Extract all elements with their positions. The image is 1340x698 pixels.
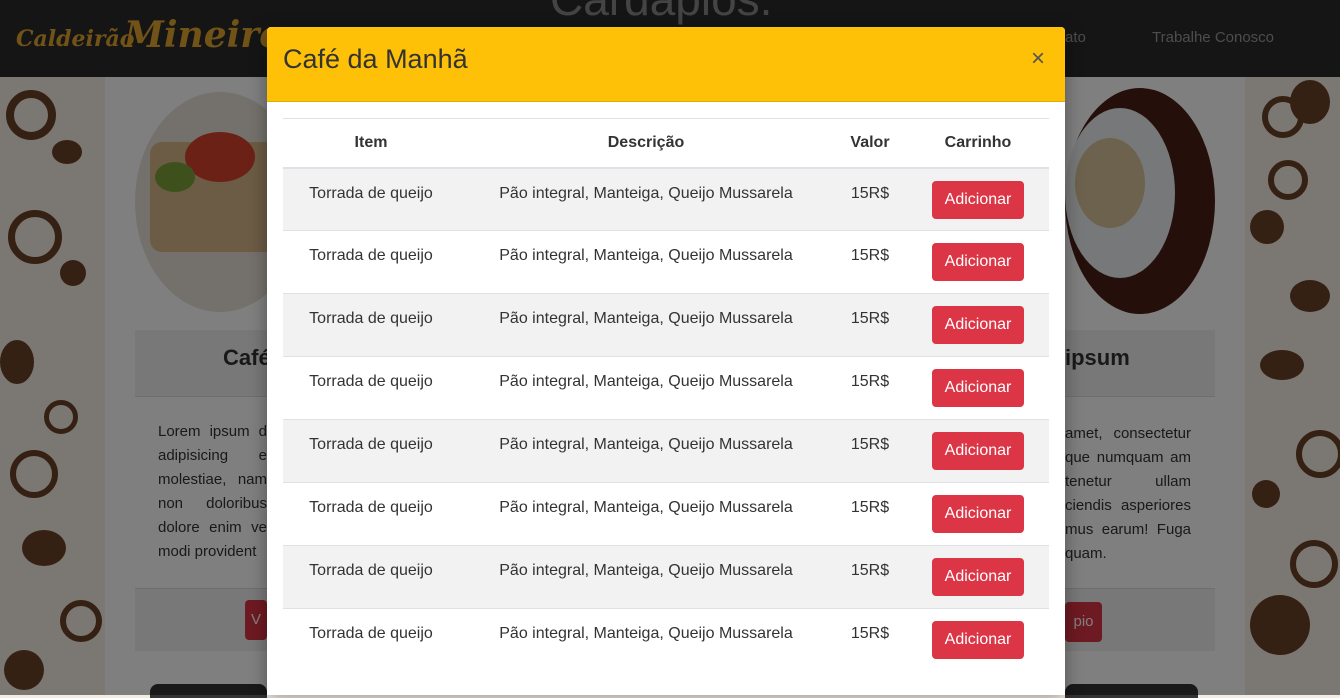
menu-table: Item Descrição Valor Carrinho Torrada de…: [283, 118, 1049, 672]
item-price: 15R$: [850, 499, 890, 516]
item-price: 15R$: [850, 247, 890, 264]
item-description: Pão integral, Manteiga, Queijo Mussarela: [499, 499, 793, 516]
column-header-price: Valor: [833, 118, 907, 169]
add-to-cart-button[interactable]: Adicionar: [931, 432, 1025, 470]
item-name: Torrada de queijo: [309, 499, 433, 516]
item-name: Torrada de queijo: [309, 184, 433, 202]
item-price: 15R$: [850, 310, 890, 327]
item-description: Pão integral, Manteiga, Queijo Mussarela: [499, 247, 793, 264]
table-row: Torrada de queijo Pão integral, Manteiga…: [283, 482, 1049, 546]
item-description: Pão integral, Manteiga, Queijo Mussarela: [499, 184, 793, 202]
item-name: Torrada de queijo: [309, 625, 433, 642]
item-description: Pão integral, Manteiga, Queijo Mussarela: [499, 310, 793, 327]
menu-table-wrapper: Item Descrição Valor Carrinho Torrada de…: [283, 118, 1049, 672]
item-name: Torrada de queijo: [309, 562, 433, 579]
add-to-cart-button[interactable]: Adicionar: [931, 558, 1025, 596]
column-header-description: Descrição: [459, 118, 833, 169]
table-row: Torrada de queijo Pão integral, Manteiga…: [283, 419, 1049, 483]
item-price: 15R$: [850, 625, 890, 642]
add-to-cart-button[interactable]: Adicionar: [931, 621, 1025, 659]
menu-modal: Café da Manhã × Item Descrição Valor Car…: [267, 27, 1065, 695]
add-to-cart-button[interactable]: Adicionar: [931, 369, 1025, 407]
add-to-cart-button[interactable]: Adicionar: [931, 306, 1025, 344]
table-row: Torrada de queijo Pão integral, Manteiga…: [283, 167, 1049, 231]
item-price: 15R$: [850, 562, 890, 579]
close-icon[interactable]: ×: [1028, 46, 1048, 72]
modal-title: Café da Manhã: [283, 44, 468, 74]
item-price: 15R$: [850, 436, 890, 453]
item-name: Torrada de queijo: [309, 247, 433, 264]
item-price: 15R$: [850, 373, 890, 390]
column-header-cart: Carrinho: [907, 118, 1049, 169]
add-to-cart-button[interactable]: Adicionar: [931, 180, 1025, 219]
table-row: Torrada de queijo Pão integral, Manteiga…: [283, 293, 1049, 357]
column-header-item: Item: [283, 118, 459, 169]
add-to-cart-button[interactable]: Adicionar: [931, 495, 1025, 533]
item-description: Pão integral, Manteiga, Queijo Mussarela: [499, 436, 793, 453]
item-description: Pão integral, Manteiga, Queijo Mussarela: [499, 625, 793, 642]
table-header-row: Item Descrição Valor Carrinho: [283, 118, 1049, 169]
item-name: Torrada de queijo: [309, 373, 433, 390]
modal-header: Café da Manhã ×: [267, 27, 1065, 102]
item-name: Torrada de queijo: [309, 310, 433, 327]
table-row: Torrada de queijo Pão integral, Manteiga…: [283, 608, 1049, 672]
item-description: Pão integral, Manteiga, Queijo Mussarela: [499, 373, 793, 390]
item-price: 15R$: [850, 184, 890, 202]
item-description: Pão integral, Manteiga, Queijo Mussarela: [499, 562, 793, 579]
item-name: Torrada de queijo: [309, 436, 433, 453]
table-row: Torrada de queijo Pão integral, Manteiga…: [283, 230, 1049, 294]
table-row: Torrada de queijo Pão integral, Manteiga…: [283, 545, 1049, 609]
table-row: Torrada de queijo Pão integral, Manteiga…: [283, 356, 1049, 420]
add-to-cart-button[interactable]: Adicionar: [931, 243, 1025, 281]
